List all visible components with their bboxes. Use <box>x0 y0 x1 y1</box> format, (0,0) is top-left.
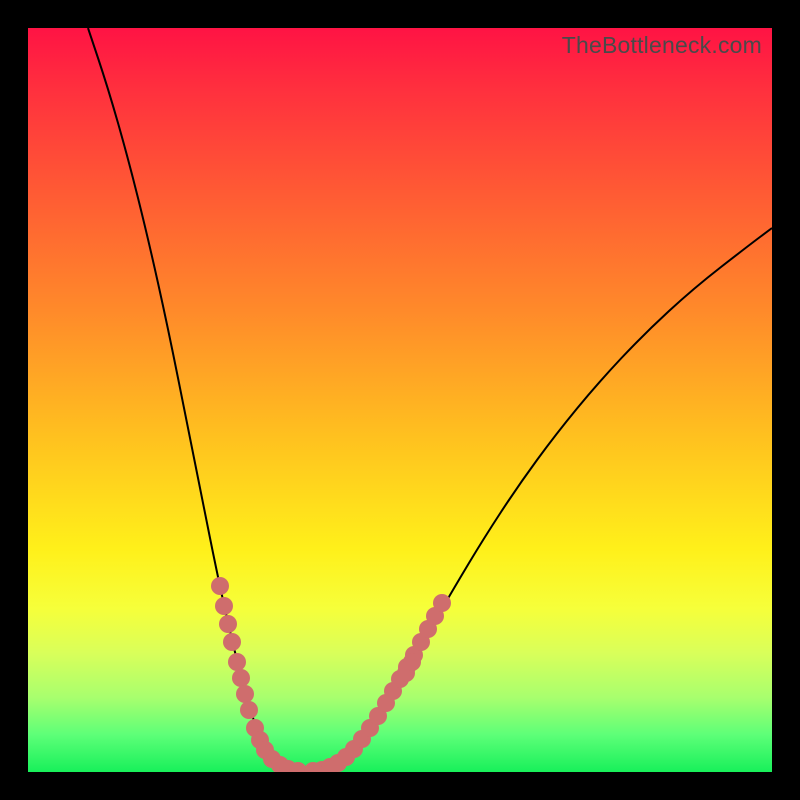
data-dot <box>240 701 258 719</box>
left-dot-cluster <box>211 577 307 772</box>
data-dot <box>219 615 237 633</box>
data-dot <box>433 594 451 612</box>
chart-plot-area: TheBottleneck.com <box>28 28 772 772</box>
outer-frame: TheBottleneck.com <box>0 0 800 800</box>
data-dot <box>211 577 229 595</box>
data-dot <box>223 633 241 651</box>
data-dot <box>403 653 421 671</box>
data-dot <box>228 653 246 671</box>
right-dot-cluster <box>304 594 451 772</box>
data-dot <box>215 597 233 615</box>
data-dot <box>232 669 250 687</box>
bottleneck-curve <box>88 28 772 771</box>
curve-group <box>88 28 772 771</box>
chart-svg <box>28 28 772 772</box>
data-dot <box>236 685 254 703</box>
